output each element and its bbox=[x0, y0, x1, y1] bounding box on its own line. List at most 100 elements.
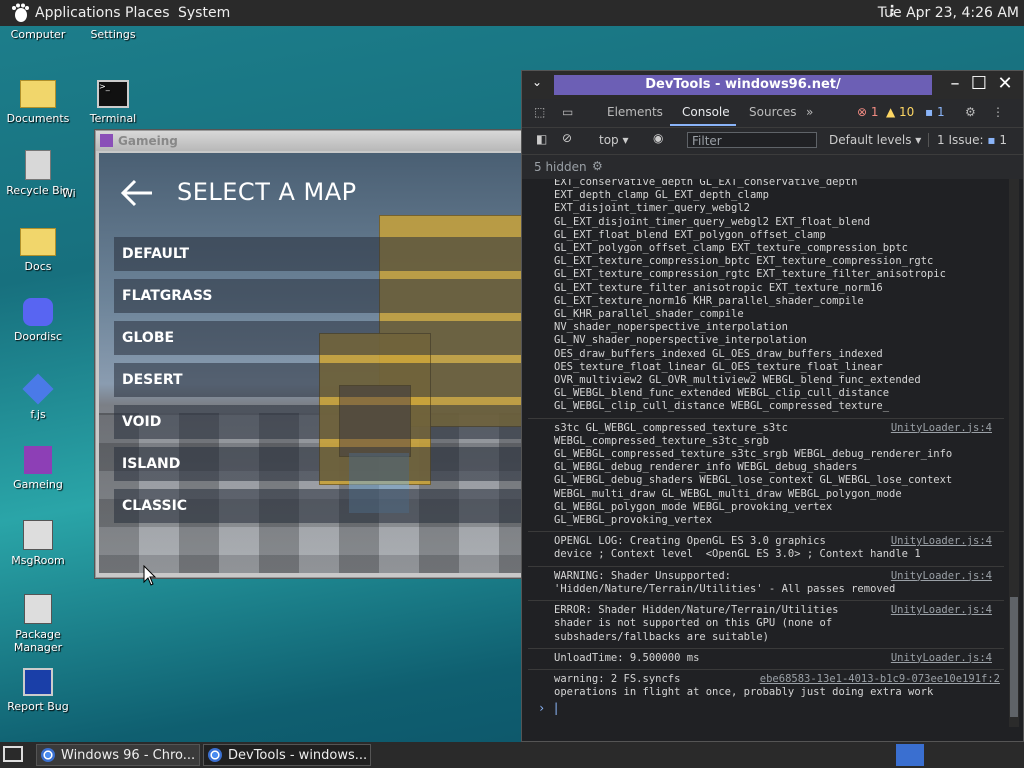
desktop-icon-wi[interactable]: Wi bbox=[62, 187, 92, 200]
message-text: WARNING: Shader Unsupported: 'Hidden/Nat… bbox=[554, 569, 896, 595]
source-link[interactable]: UnityLoader.js:4 bbox=[891, 570, 992, 583]
desktop-icon-terminal[interactable]: >_ Terminal bbox=[75, 76, 151, 125]
filter-input[interactable]: Filter bbox=[687, 132, 817, 148]
close-icon[interactable]: ✕ bbox=[994, 73, 1016, 95]
desktop-icon-label: Recycle Bin bbox=[6, 184, 70, 197]
system-menu[interactable]: System bbox=[178, 5, 230, 21]
source-link[interactable]: UnityLoader.js:4 bbox=[891, 422, 992, 435]
devtools-titlebar[interactable]: ⌄ DevTools - windows96.net/ – ☐ ✕ bbox=[522, 71, 1023, 99]
error-count-icon[interactable]: ⊗ 1 bbox=[857, 105, 879, 119]
map-button-desert[interactable]: DESERT bbox=[114, 363, 525, 397]
chevron-down-icon[interactable]: ⌄ bbox=[532, 75, 542, 89]
desktop-icon-label: Package Manager bbox=[13, 628, 63, 654]
console-prompt-input[interactable]: › | bbox=[538, 701, 560, 715]
info-count-icon[interactable]: ▪ 1 bbox=[925, 105, 945, 119]
gnome-foot-icon[interactable] bbox=[10, 3, 30, 23]
discord-icon bbox=[23, 298, 53, 326]
window-title: Gameing bbox=[118, 134, 178, 148]
context-select[interactable]: top ▾ bbox=[599, 133, 629, 147]
cube-icon bbox=[100, 134, 113, 147]
desktop-icon-gameing[interactable]: Gameing bbox=[0, 446, 76, 491]
diamond-icon bbox=[22, 373, 54, 405]
context-value: top bbox=[599, 133, 619, 147]
desktop-icon-documents[interactable]: Documents bbox=[0, 76, 76, 125]
taskbar-item-devtools[interactable]: DevTools - windows... bbox=[203, 744, 371, 766]
desktop-icon-package-manager[interactable]: Package Manager bbox=[0, 594, 76, 654]
clock[interactable]: Tue Apr 23, 4:26 AM bbox=[878, 5, 1019, 21]
console-message: ERROR: Shader Hidden/Nature/Terrain/Util… bbox=[528, 601, 1004, 649]
terminal-icon: >_ bbox=[97, 80, 129, 108]
source-link[interactable]: UnityLoader.js:4 bbox=[891, 535, 992, 548]
desktop-icon-settings[interactable]: Settings bbox=[75, 28, 151, 41]
console-message: EXT_conservative_depth GL_EXT_conservati… bbox=[528, 179, 1004, 419]
game-canvas[interactable]: SELECT A MAP DEFAULT FLATGRASS GLOBE DES… bbox=[99, 153, 525, 573]
workspace-switcher[interactable] bbox=[896, 744, 924, 766]
folder-icon bbox=[20, 228, 56, 256]
show-desktop-icon[interactable] bbox=[3, 746, 23, 762]
page-title: SELECT A MAP bbox=[177, 178, 357, 206]
map-button-void[interactable]: VOID bbox=[114, 405, 525, 439]
map-button-default[interactable]: DEFAULT bbox=[114, 237, 525, 271]
devtools-tabbar: ⬚ ▭ Elements Console Sources » ⊗ 1 ▲ 10 … bbox=[522, 99, 1023, 128]
gameing-window[interactable]: Gameing SELECT A MAP DEFAULT FLATGRASS G… bbox=[95, 130, 527, 578]
gear-icon[interactable]: ⚙ bbox=[592, 159, 603, 173]
tab-console[interactable]: Console bbox=[682, 105, 730, 119]
cube-icon bbox=[24, 446, 52, 474]
tab-sources[interactable]: Sources bbox=[749, 105, 796, 119]
desktop-icon-label: Docs bbox=[24, 260, 52, 273]
desktop-icon-report-bug[interactable]: Report Bug bbox=[0, 668, 76, 713]
warning-count-icon[interactable]: ▲ 10 bbox=[886, 105, 914, 119]
places-menu[interactable]: Places bbox=[125, 5, 170, 21]
gear-icon[interactable]: ⚙ bbox=[965, 105, 976, 119]
window-title: DevTools - windows96.net/ bbox=[554, 75, 932, 95]
sidebar-toggle-icon[interactable]: ◧ bbox=[536, 132, 547, 146]
kebab-menu-icon[interactable]: ⋮ bbox=[992, 105, 1004, 119]
minimize-icon[interactable]: – bbox=[944, 73, 966, 95]
clear-console-icon[interactable]: ⊘ bbox=[562, 131, 572, 145]
console-toolbar: ◧ ⊘ top ▾ ◉ Filter Default levels ▾ 1 Is… bbox=[522, 128, 1023, 155]
map-button-flatgrass[interactable]: FLATGRASS bbox=[114, 279, 525, 313]
package-icon bbox=[24, 594, 52, 624]
scrollbar-thumb[interactable] bbox=[1010, 597, 1018, 717]
map-button-island[interactable]: ISLAND bbox=[114, 447, 525, 481]
desktop-icon-label: Documents bbox=[6, 112, 70, 125]
warning-count: 10 bbox=[899, 105, 915, 119]
map-button-classic[interactable]: CLASSIC bbox=[114, 489, 525, 523]
console-output[interactable]: EXT_conservative_depth GL_EXT_conservati… bbox=[528, 179, 1004, 737]
source-link[interactable]: UnityLoader.js:4 bbox=[891, 604, 992, 617]
message-text: UnloadTime: 9.500000 ms bbox=[554, 651, 700, 664]
issues-label: 1 Issue: bbox=[937, 133, 984, 147]
desktop-icon-msgroom[interactable]: MsgRoom bbox=[0, 520, 76, 567]
desktop-icon-label: Wi bbox=[62, 187, 76, 200]
applications-menu[interactable]: Applications bbox=[35, 5, 121, 21]
issues-button[interactable]: 1 Issue: ▪ 1 bbox=[928, 133, 1007, 147]
inspect-element-icon[interactable]: ⬚ bbox=[534, 105, 545, 119]
log-levels-dropdown[interactable]: Default levels ▾ bbox=[829, 133, 921, 147]
desktop-icon-fjs[interactable]: f.js bbox=[0, 372, 76, 421]
mouse-cursor-icon bbox=[143, 565, 157, 586]
tab-elements[interactable]: Elements bbox=[607, 105, 663, 119]
taskbar: Windows 96 - Chro... DevTools - windows.… bbox=[0, 742, 1024, 768]
device-toolbar-icon[interactable]: ▭ bbox=[562, 105, 573, 119]
desktop-icon-computer[interactable]: Computer bbox=[0, 28, 76, 41]
folder-icon bbox=[20, 80, 56, 108]
eye-icon[interactable]: ◉ bbox=[653, 131, 663, 145]
recycle-bin-icon bbox=[25, 150, 51, 180]
console-scrollbar[interactable] bbox=[1009, 179, 1019, 727]
back-arrow-icon[interactable] bbox=[119, 175, 155, 211]
devtools-window[interactable]: ⌄ DevTools - windows96.net/ – ☐ ✕ ⬚ ▭ El… bbox=[521, 70, 1024, 742]
top-panel: Applications Places System ⋮ Tue Apr 23,… bbox=[0, 0, 1024, 26]
window-titlebar[interactable]: Gameing bbox=[96, 131, 526, 151]
desktop-icon-doordisc[interactable]: Doordisc bbox=[0, 298, 76, 343]
source-link[interactable]: UnityLoader.js:4 bbox=[891, 652, 992, 665]
maximize-icon[interactable]: ☐ bbox=[968, 73, 990, 95]
message-text: OPENGL LOG: Creating OpenGL ES 3.0 graph… bbox=[554, 535, 921, 561]
devtools-title-text: DevTools - windows96.net/ bbox=[645, 77, 841, 92]
more-tabs-icon[interactable]: » bbox=[806, 105, 813, 119]
console-message: WARNING: Shader Unsupported: 'Hidden/Nat… bbox=[528, 567, 1004, 602]
taskbar-item-chrome[interactable]: Windows 96 - Chro... bbox=[36, 744, 200, 766]
message-text: EXT_conservative_depth GL_EXT_conservati… bbox=[554, 179, 946, 413]
source-link[interactable]: ebe68583-13e1-4013-b1c9-073ee10e191f:2 bbox=[760, 673, 1000, 686]
desktop-icon-docs[interactable]: Docs bbox=[0, 224, 76, 273]
map-button-globe[interactable]: GLOBE bbox=[114, 321, 525, 355]
